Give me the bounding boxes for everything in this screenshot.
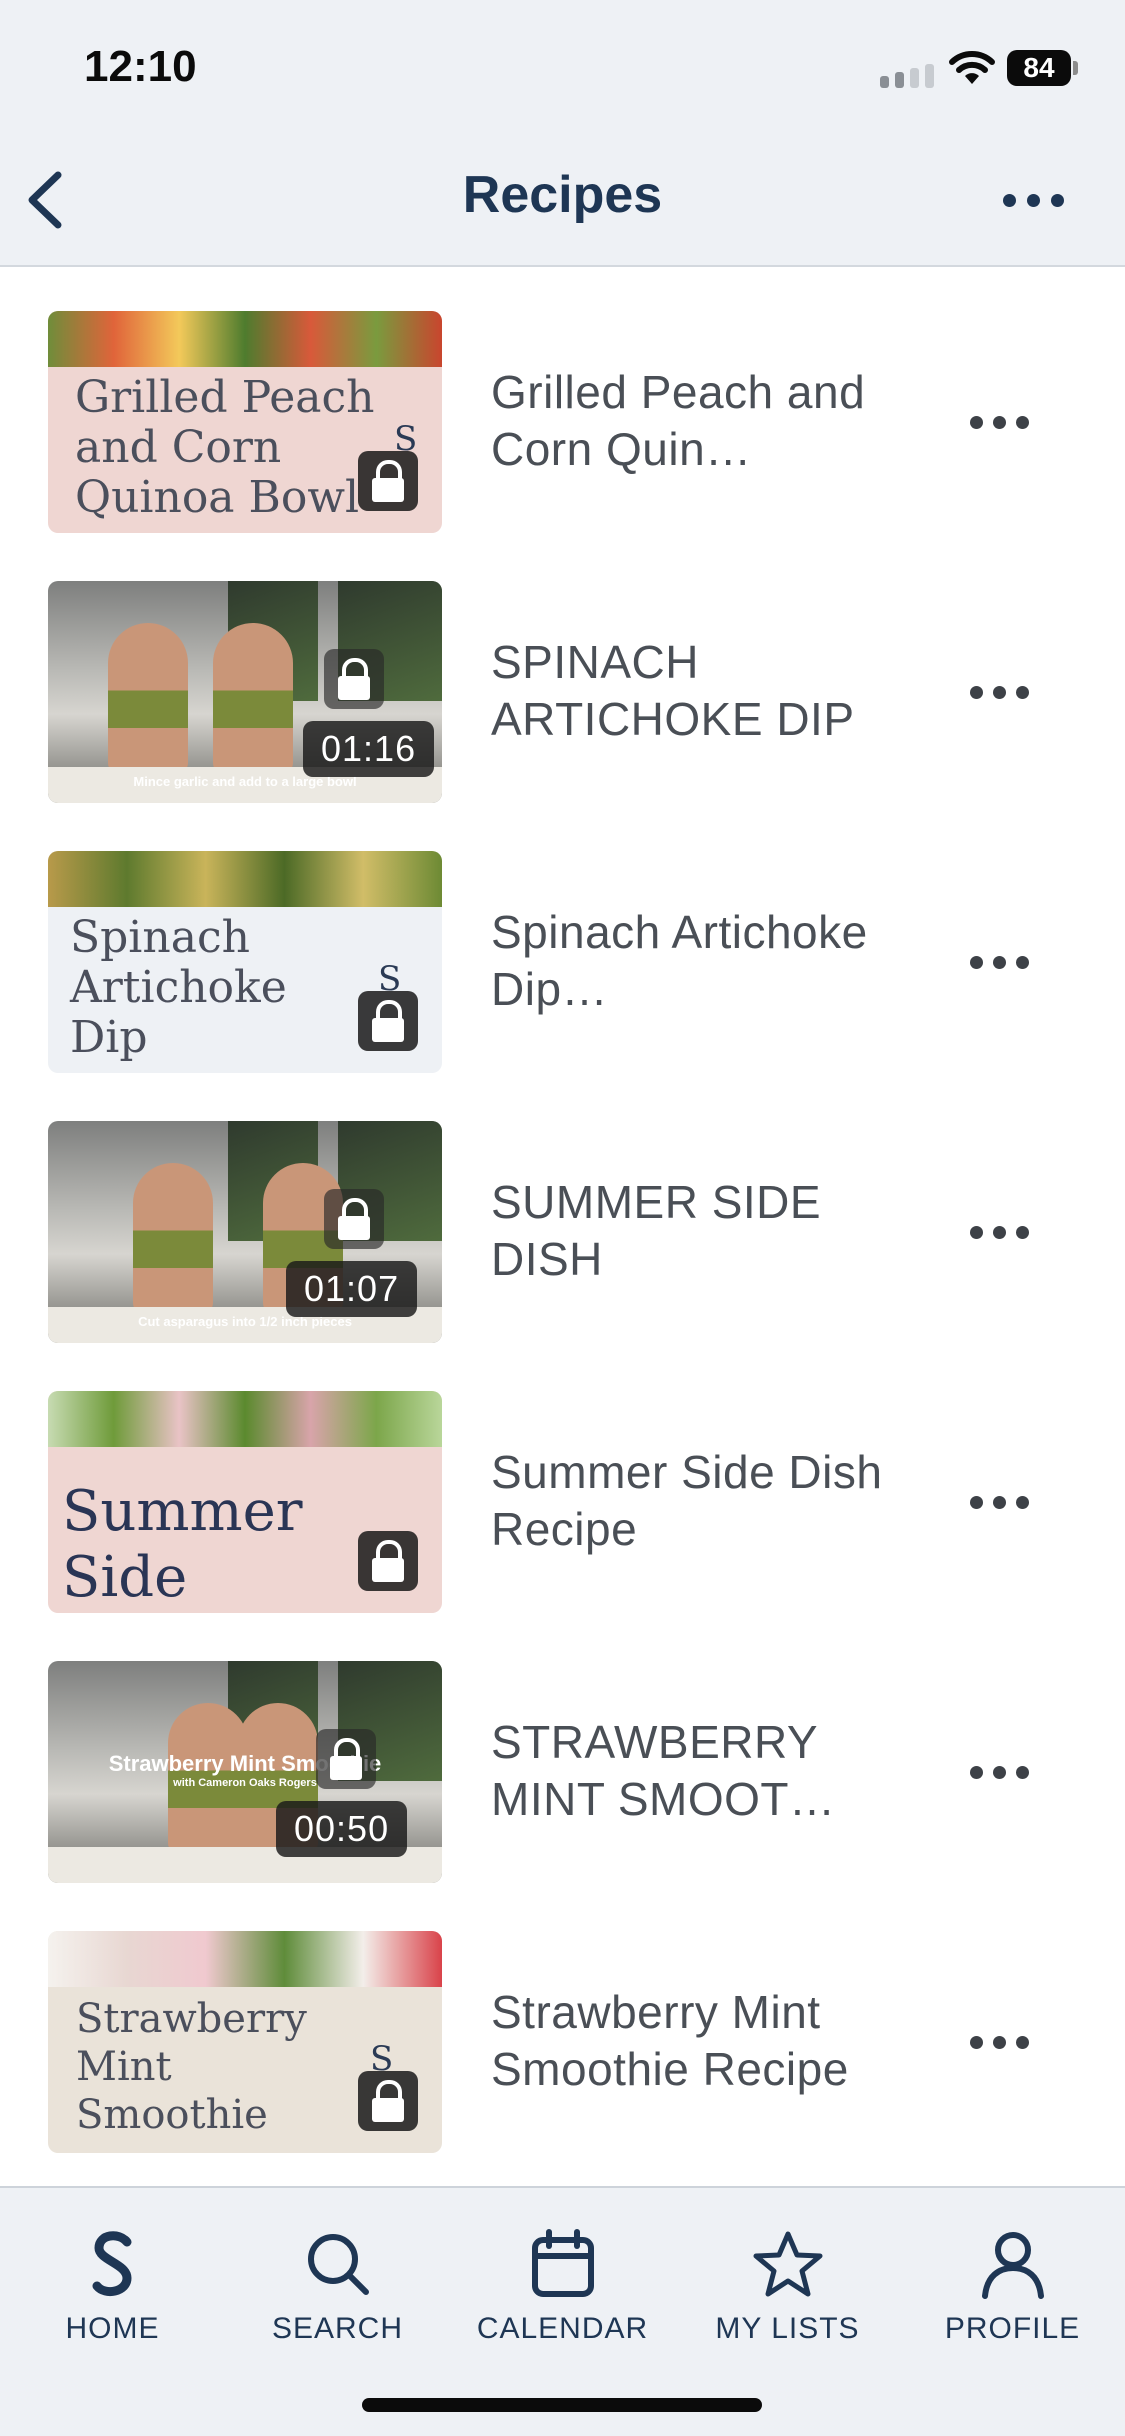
thumbnail-text: Summer Side Dish [62,1479,303,1613]
row-more-icon[interactable] [970,2032,1036,2052]
thumbnail-text: Strawberry Mint Smoothie [76,1996,307,2138]
battery-icon: 84 [1007,50,1078,86]
recipe-title[interactable]: Strawberry Mint Smoothie Recipe [491,1984,901,2098]
list-item[interactable]: Spinach Artichoke Dip S Spinach Artichok… [0,807,1125,1077]
video-duration: 01:07 [286,1261,418,1317]
top-bar: 12:10 84 Recipes [0,0,1125,267]
ellipsis-icon[interactable] [1003,180,1083,220]
video-thumbnail[interactable]: Mince garlic and add to a large bowl 01:… [48,581,442,803]
list-item[interactable]: Strawberry Mint Smoothie S Strawberry Mi… [0,1887,1125,2157]
wifi-icon [949,51,995,84]
cellular-signal-icon [880,64,934,88]
lock-icon [358,1531,418,1591]
recipe-title[interactable]: SPINACH ARTICHOKE DIP [491,634,901,748]
tab-profile[interactable]: PROFILE [900,2188,1125,2388]
lock-icon [358,2071,418,2131]
search-icon [308,2234,369,2295]
star-icon [753,2231,823,2297]
page-title: Recipes [462,166,663,224]
list-item[interactable]: Summer Side Dish Summer Side Dish Recipe [0,1347,1125,1617]
recipe-title[interactable]: Grilled Peach and Corn Quin… [491,364,901,478]
tab-home[interactable]: HOME [0,2188,225,2388]
recipe-title[interactable]: SUMMER SIDE DISH [491,1174,901,1288]
lock-icon [358,451,418,511]
thumbnail-text: Spinach Artichoke Dip [70,912,287,1063]
recipe-thumbnail[interactable]: Grilled Peach and Corn Quinoa Bowl S [48,311,442,533]
video-duration: 00:50 [276,1801,408,1857]
video-caption: Strawberry Mint Smoothie [108,1751,382,1776]
row-more-icon[interactable] [970,412,1036,432]
home-logo-icon [92,2231,132,2297]
lock-icon [316,1729,376,1789]
tab-calendar[interactable]: CALENDAR [450,2188,675,2388]
home-indicator[interactable] [362,2398,762,2412]
tab-label: MY LISTS [715,2312,860,2345]
video-thumbnail[interactable]: Strawberry Mint Smoothie with Cameron Oa… [48,1661,442,1883]
row-more-icon[interactable] [970,1492,1036,1512]
recipe-thumbnail[interactable]: Spinach Artichoke Dip S [48,851,442,1073]
lock-icon [324,649,384,709]
recipe-thumbnail[interactable]: Strawberry Mint Smoothie S [48,1931,442,2153]
profile-icon [982,2232,1044,2299]
video-caption-sub: with Cameron Oaks Rogers [173,1777,317,1789]
calendar-icon [532,2229,594,2297]
list-item[interactable]: Grilled Peach and Corn Quinoa Bowl S Gri… [0,267,1125,537]
tab-search[interactable]: SEARCH [225,2188,450,2388]
screen: { "status_bar": { "time": "12:10", "batt… [0,0,1125,2436]
lock-icon [324,1189,384,1249]
tab-label: SEARCH [271,2312,404,2345]
row-more-icon[interactable] [970,952,1036,972]
recipe-title[interactable]: Summer Side Dish Recipe [491,1444,901,1558]
video-thumbnail[interactable]: Cut asparagus into 1/2 inch pieces 01:07 [48,1121,442,1343]
tab-label: PROFILE [944,2312,1081,2345]
status-time: 12:10 [84,42,197,91]
recipe-thumbnail[interactable]: Summer Side Dish [48,1391,442,1613]
list-item[interactable]: Cut asparagus into 1/2 inch pieces 01:07… [0,1077,1125,1347]
video-duration: 01:16 [303,721,435,777]
recipe-title[interactable]: STRAWBERRY MINT SMOOT… [491,1714,901,1828]
row-more-icon[interactable] [970,682,1036,702]
tab-my-lists[interactable]: MY LISTS [675,2188,900,2388]
tab-label: CALENDAR [476,2312,649,2345]
battery-level: 84 [1007,50,1071,86]
row-more-icon[interactable] [970,1222,1036,1242]
lock-icon [358,991,418,1051]
row-more-icon[interactable] [970,1762,1036,1782]
list-item[interactable]: Strawberry Mint Smoothie with Cameron Oa… [0,1617,1125,1887]
tab-label: HOME [65,2312,160,2345]
list-item[interactable]: Mince garlic and add to a large bowl 01:… [0,537,1125,807]
recipe-title[interactable]: Spinach Artichoke Dip… [491,904,901,1018]
